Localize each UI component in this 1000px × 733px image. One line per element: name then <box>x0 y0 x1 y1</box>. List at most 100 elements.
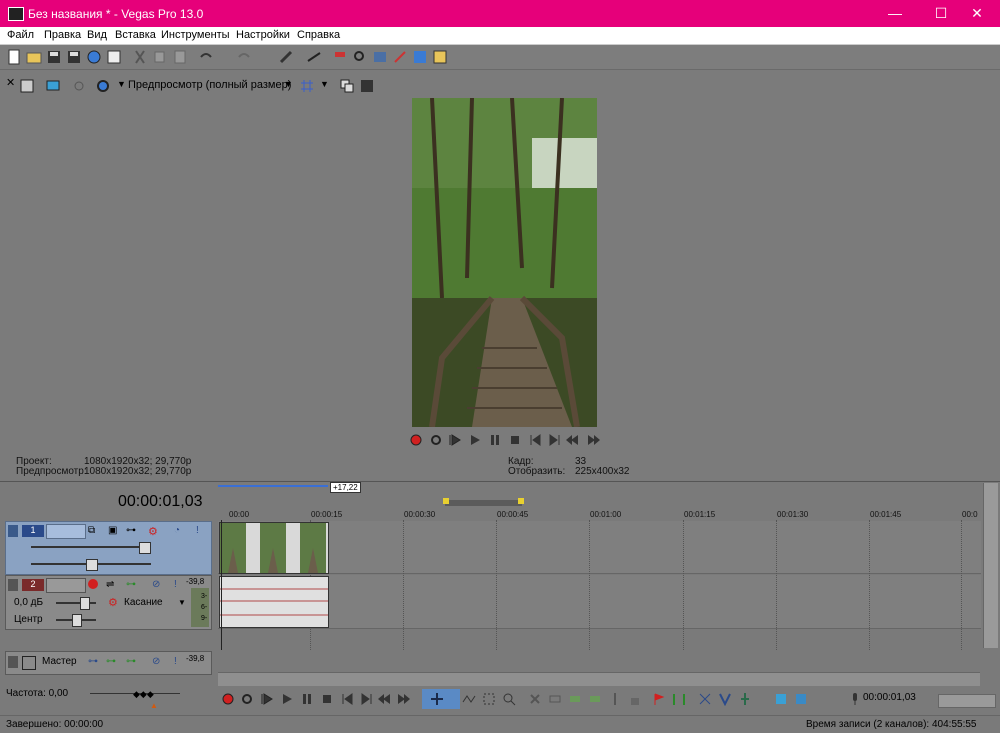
play-icon[interactable] <box>468 433 482 447</box>
trim-icon[interactable] <box>548 692 562 706</box>
image-icon[interactable] <box>432 49 448 65</box>
pause-icon[interactable] <box>300 692 314 706</box>
menu-tools[interactable]: Инструменты <box>161 29 230 41</box>
playhead-cursor[interactable] <box>221 520 222 650</box>
close-button[interactable]: ✕ <box>954 0 1000 27</box>
bus-insert-icon[interactable]: ⊶ <box>106 656 116 667</box>
quality-dropdown-arrow-icon[interactable]: ▼ <box>117 79 126 89</box>
loop-icon[interactable] <box>429 433 443 447</box>
menu-insert[interactable]: Вставка <box>115 29 156 41</box>
stop-icon[interactable] <box>508 433 522 447</box>
properties-icon[interactable] <box>106 49 122 65</box>
rate-handle-icon[interactable]: ◆◆◆ <box>133 689 154 700</box>
normal-edit-tool-icon[interactable] <box>430 692 444 706</box>
gear-icon[interactable]: ⚙ <box>148 525 158 538</box>
prev-frame-icon[interactable] <box>378 692 392 706</box>
save-icon[interactable] <box>46 49 62 65</box>
delete-icon[interactable] <box>528 692 542 706</box>
record-icon[interactable] <box>409 433 423 447</box>
track-expand-icon[interactable] <box>8 579 18 591</box>
overlays-grid-icon[interactable] <box>300 79 314 93</box>
menu-file[interactable]: Файл <box>7 29 34 41</box>
solo-icon[interactable]: ! <box>174 656 177 667</box>
menu-options[interactable]: Настройки <box>236 29 290 41</box>
loop-start-marker[interactable] <box>443 498 449 504</box>
transition-icon[interactable] <box>412 49 428 65</box>
audio-track-lane[interactable] <box>218 575 981 629</box>
loop-region[interactable] <box>445 500 522 506</box>
undo-icon[interactable] <box>198 49 214 65</box>
track-fx-icon[interactable]: ⊶ <box>126 579 136 590</box>
audio-clip[interactable] <box>219 576 329 628</box>
pan-handle[interactable] <box>72 614 82 627</box>
copy-icon[interactable] <box>152 49 168 65</box>
go-to-start-icon[interactable] <box>528 433 542 447</box>
paste-icon[interactable] <box>172 49 188 65</box>
video-track-lane[interactable] <box>218 521 981 574</box>
media-icon[interactable] <box>372 49 388 65</box>
go-to-end-icon[interactable] <box>548 433 562 447</box>
search-icon[interactable] <box>352 49 368 65</box>
trim-icon[interactable] <box>306 49 322 65</box>
loop-icon[interactable] <box>240 692 254 706</box>
track-name-field[interactable] <box>46 578 86 593</box>
track-motion-icon[interactable]: ⧉ <box>88 525 95 536</box>
envelope-tool-icon[interactable] <box>462 692 476 706</box>
trim-end-icon[interactable] <box>588 692 602 706</box>
stop-icon[interactable] <box>320 692 334 706</box>
close-panel-icon[interactable]: ✕ <box>6 76 15 89</box>
automation-mode[interactable]: Касание <box>124 597 163 608</box>
video-track-header[interactable]: 1 ⧉ ▣ ⊶ ⚙ ◔ ! <box>5 521 212 575</box>
preview-quality-select[interactable]: Предпросмотр (полный размер) <box>128 79 291 91</box>
solo-icon[interactable]: ! <box>174 579 177 590</box>
track-opacity-handle[interactable] <box>139 542 151 554</box>
audio-track-header[interactable]: 2 ⇌ ⊶ ⊘ ! -39,8 3- 6- 9- 0,0 дБ ⚙ Касани… <box>5 575 212 630</box>
go-to-end-icon[interactable] <box>360 692 374 706</box>
mute-icon[interactable]: ◔ <box>174 525 180 536</box>
play-icon[interactable] <box>280 692 294 706</box>
brush-icon[interactable] <box>278 49 294 65</box>
save-as-icon[interactable] <box>66 49 82 65</box>
open-folder-icon[interactable] <box>26 49 42 65</box>
fx-bypass-icon[interactable] <box>72 79 86 93</box>
minimize-button[interactable]: — <box>872 0 918 27</box>
bus-fx-icon[interactable]: ⊶ <box>88 656 98 667</box>
overlays-chevron-down-icon[interactable]: ▼ <box>320 79 329 89</box>
save-snapshot-icon[interactable] <box>360 79 374 93</box>
track-level-handle[interactable] <box>86 559 98 571</box>
lock-envelopes-icon[interactable] <box>774 692 788 706</box>
go-to-start-icon[interactable] <box>340 692 354 706</box>
master-bus-header[interactable]: Мастер ⊶ ⊶ ⊶ ⊘ ! -39,8 <box>5 651 212 675</box>
track-opacity-slider[interactable] <box>31 546 151 548</box>
next-frame-icon[interactable] <box>396 692 410 706</box>
menu-edit[interactable]: Правка <box>44 29 81 41</box>
mute-icon[interactable]: ⊘ <box>152 579 160 590</box>
lock-icon[interactable] <box>628 692 642 706</box>
volume-handle[interactable] <box>80 597 90 610</box>
mute-icon[interactable]: ⊘ <box>152 656 160 667</box>
pause-icon[interactable] <box>488 433 502 447</box>
cut-icon[interactable] <box>132 49 148 65</box>
selection-time-field[interactable] <box>938 694 996 708</box>
fx-icon[interactable] <box>392 49 408 65</box>
zoom-tool-icon[interactable] <box>502 692 516 706</box>
new-file-icon[interactable] <box>6 49 22 65</box>
solo-icon[interactable]: ! <box>196 525 199 536</box>
play-from-start-icon[interactable] <box>260 692 274 706</box>
selection-tool-icon[interactable] <box>482 692 496 706</box>
next-frame-icon[interactable] <box>586 433 600 447</box>
track-expand-icon[interactable] <box>8 525 18 537</box>
play-from-start-icon[interactable] <box>448 433 462 447</box>
split-screen-icon[interactable] <box>96 79 110 93</box>
track-fx-icon[interactable]: ▣ <box>108 525 117 536</box>
preview-settings-icon[interactable] <box>20 79 34 93</box>
arm-record-icon[interactable] <box>88 579 98 589</box>
vertical-scrollbar[interactable] <box>983 483 998 648</box>
quality-chevron-down-icon[interactable]: ▼ <box>284 79 293 89</box>
automation-chevron-down-icon[interactable]: ▼ <box>178 598 186 607</box>
split-icon[interactable] <box>608 692 622 706</box>
trim-start-icon[interactable] <box>568 692 582 706</box>
volume-slider[interactable] <box>56 602 96 604</box>
redo-icon[interactable] <box>236 49 252 65</box>
bus-expand-icon[interactable] <box>8 656 18 668</box>
